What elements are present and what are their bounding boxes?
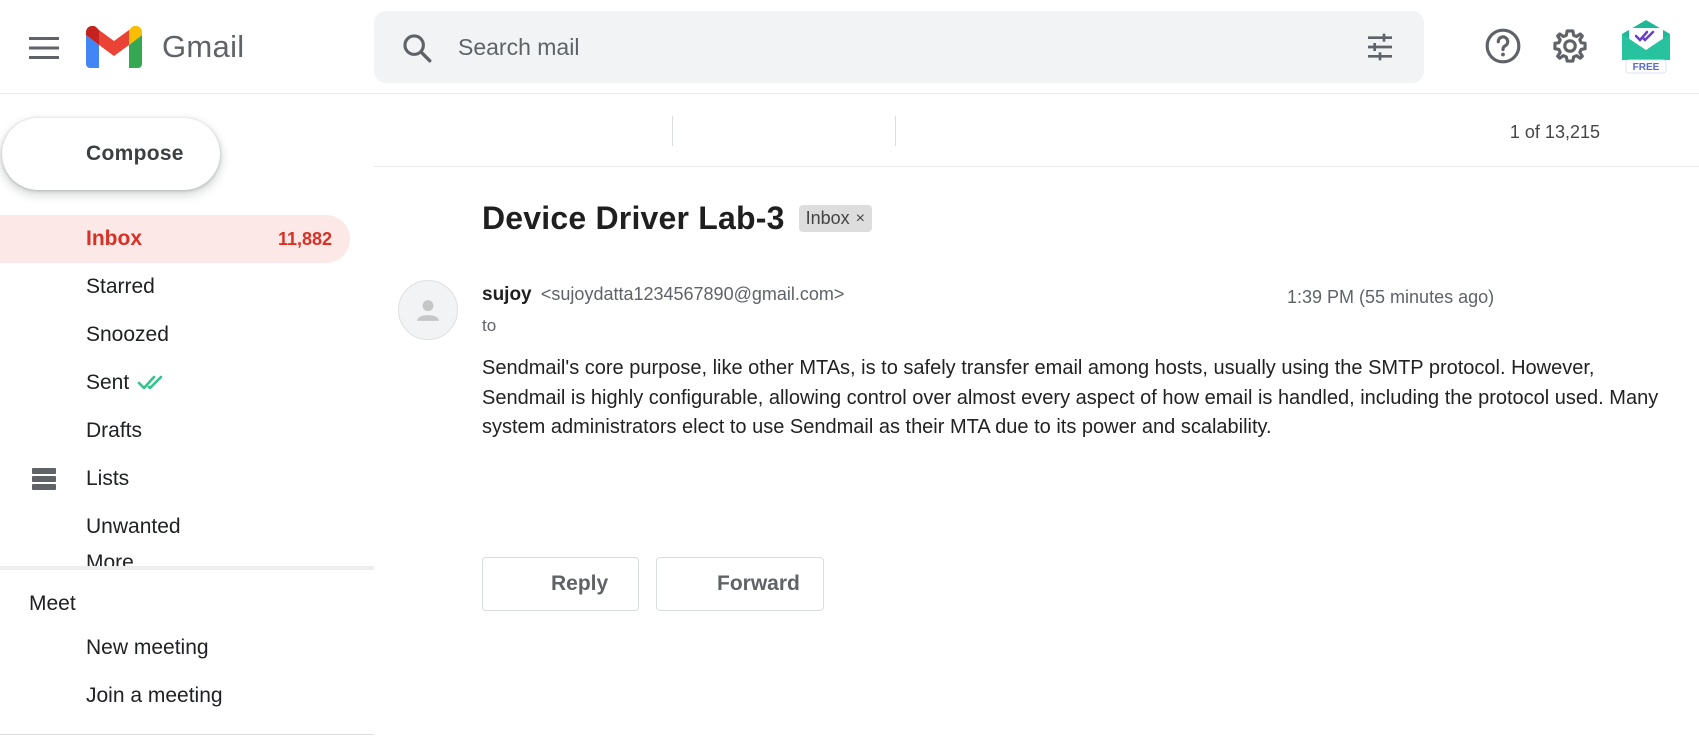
sidebar-scroll-divider xyxy=(0,566,374,570)
sidebar-item-label: Unwanted xyxy=(86,515,181,538)
help-icon[interactable] xyxy=(1484,27,1522,65)
recipient-line[interactable]: to xyxy=(482,316,496,336)
sidebar-item-starred[interactable]: Starred xyxy=(0,263,350,311)
addon-mail-check-icon: FREE xyxy=(1622,20,1670,74)
double-check-icon xyxy=(137,375,167,391)
meet-join-meeting[interactable]: Join a meeting xyxy=(0,672,374,720)
sidebar-item-snoozed[interactable]: Snoozed xyxy=(0,311,350,359)
gmail-logo-icon xyxy=(86,26,142,68)
subject-row: Device Driver Lab-3 Inbox × xyxy=(482,200,873,237)
sidebar-item-label: Sent xyxy=(86,371,130,394)
app-header: Gmail FREE xyxy=(0,0,1699,94)
menu-icon xyxy=(29,37,59,59)
remove-label-icon[interactable]: × xyxy=(856,210,865,228)
toolbar-separator xyxy=(895,116,896,146)
gmail-logo-text: Gmail xyxy=(162,29,245,64)
sidebar-item-lists[interactable]: Lists xyxy=(0,455,350,503)
sidebar-bottom-divider xyxy=(0,734,374,735)
sender-avatar[interactable] xyxy=(398,280,458,340)
reply-button[interactable]: Reply xyxy=(482,557,639,611)
pagination-text: 1 of 13,215 xyxy=(1509,122,1600,142)
sidebar-nav: Inbox 11,882 Starred Snoozed Sent Drafts xyxy=(0,215,374,571)
inbox-label-chip[interactable]: Inbox × xyxy=(798,205,873,232)
inbox-unread-count: 11,882 xyxy=(277,228,332,249)
main-menu-button[interactable] xyxy=(22,26,66,70)
search-input[interactable] xyxy=(458,29,1358,65)
sidebar-item-label: Snoozed xyxy=(86,323,169,346)
addon-button[interactable]: FREE xyxy=(1620,18,1672,74)
addon-free-badge: FREE xyxy=(1633,62,1660,73)
meet-list: New meeting Join a meeting xyxy=(0,624,374,720)
search-icon[interactable] xyxy=(400,31,434,65)
sender-name[interactable]: sujoy xyxy=(482,284,532,305)
message-timestamp: 1:39 PM (55 minutes ago) xyxy=(1287,287,1495,307)
meet-item-label: New meeting xyxy=(86,636,209,659)
sidebar-item-unwanted[interactable]: Unwanted xyxy=(0,503,350,551)
person-icon xyxy=(417,300,439,321)
sidebar-item-label: Starred xyxy=(86,275,155,298)
toolbar-separator xyxy=(672,116,673,146)
compose-button[interactable]: Compose xyxy=(2,118,220,190)
gear-icon[interactable] xyxy=(1551,27,1589,65)
sender-info: sujoy <sujoydatta1234567890@gmail.com> xyxy=(482,284,844,306)
sidebar-item-label: Lists xyxy=(86,467,130,490)
sidebar: Compose Inbox 11,882 Starred Snoozed Sen… xyxy=(0,94,374,741)
lists-icon xyxy=(32,468,56,490)
sidebar-item-label: Drafts xyxy=(86,419,143,442)
message-toolbar: 1 of 13,215 xyxy=(374,94,1699,167)
sidebar-item-inbox[interactable]: Inbox 11,882 xyxy=(0,215,350,263)
sidebar-item-sent[interactable]: Sent xyxy=(0,359,350,407)
message-body: Sendmail's core purpose, like other MTAs… xyxy=(482,357,1659,438)
meet-item-label: Join a meeting xyxy=(86,684,223,707)
sender-email: <sujoydatta1234567890@gmail.com> xyxy=(540,284,845,304)
tune-icon[interactable] xyxy=(1364,31,1396,63)
search-bar[interactable] xyxy=(374,11,1424,83)
sidebar-item-drafts[interactable]: Drafts xyxy=(0,407,350,455)
forward-button[interactable]: Forward xyxy=(656,557,824,611)
gmail-logo[interactable]: Gmail xyxy=(86,26,244,68)
meet-section-title: Meet xyxy=(29,592,76,615)
message-subject: Device Driver Lab-3 xyxy=(482,200,785,236)
message-view: 1 of 13,215 Device Driver Lab-3 Inbox × … xyxy=(374,94,1699,741)
label-chip-text: Inbox xyxy=(805,208,850,228)
sidebar-item-label: Inbox xyxy=(86,227,142,250)
meet-new-meeting[interactable]: New meeting xyxy=(0,624,374,672)
